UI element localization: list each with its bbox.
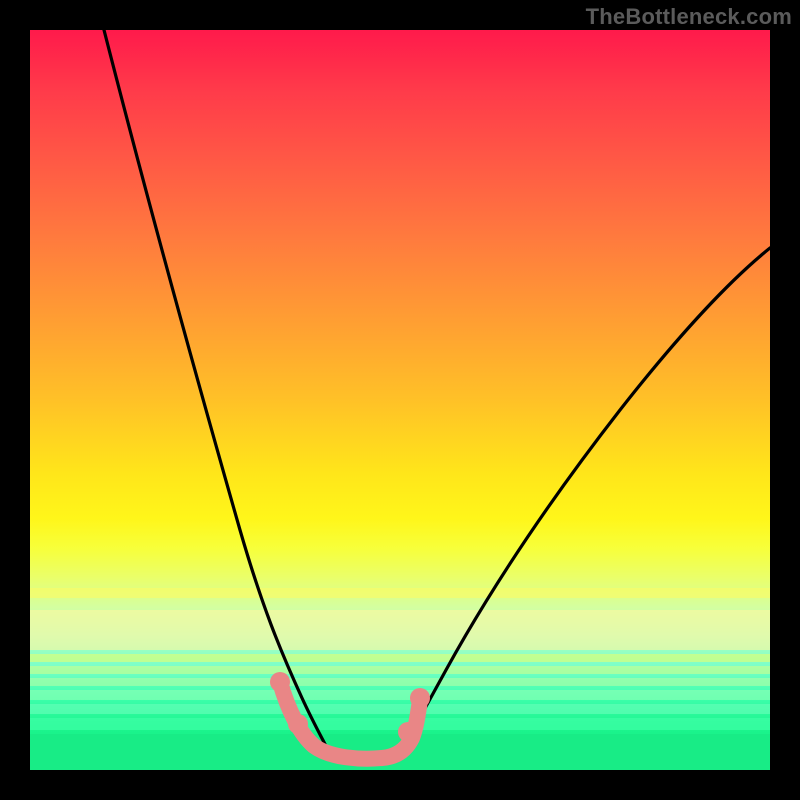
chart-container: TheBottleneck.com	[0, 0, 800, 800]
right-curve	[402, 248, 770, 750]
plot-area	[30, 30, 770, 770]
highlight-dot-right	[410, 688, 430, 708]
chart-svg	[30, 30, 770, 770]
watermark-text: TheBottleneck.com	[586, 4, 792, 30]
highlight-dot-left-mid	[288, 714, 308, 734]
left-curve	[104, 30, 328, 750]
highlight-dot-left	[270, 672, 290, 692]
highlight-dot-right-mid	[398, 722, 418, 742]
